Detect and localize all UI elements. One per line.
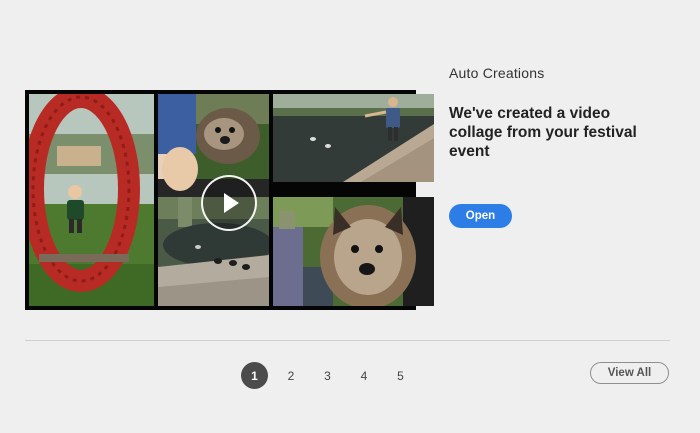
page-button-1[interactable]: 1	[241, 362, 268, 389]
open-button[interactable]: Open	[449, 204, 512, 228]
collage-tile-boy-red-ring	[29, 94, 154, 306]
pagination: 1 2 3 4 5	[241, 362, 424, 389]
divider	[25, 340, 670, 341]
play-button[interactable]	[201, 175, 257, 231]
collage-tile-boy-by-pond	[273, 94, 434, 182]
page-button-5[interactable]: 5	[387, 362, 414, 389]
view-all-button[interactable]: View All	[590, 362, 669, 384]
page-button-4[interactable]: 4	[351, 362, 378, 389]
play-icon	[224, 193, 239, 213]
video-collage-thumbnail[interactable]	[25, 90, 434, 310]
collage-tile-fluffy-dog	[273, 197, 434, 306]
page-button-2[interactable]: 2	[278, 362, 305, 389]
section-eyebrow: Auto Creations	[449, 65, 545, 81]
collage-headline: We've created a video collage from your …	[449, 105, 637, 160]
page-button-3[interactable]: 3	[314, 362, 341, 389]
